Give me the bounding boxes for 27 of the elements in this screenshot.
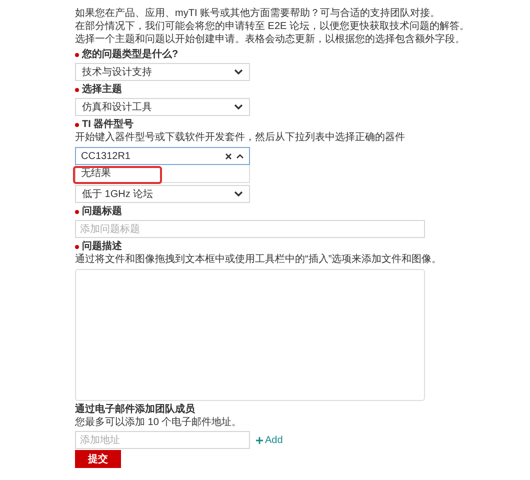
dropdown-select[interactable]: 仿真和设计工具 [75,98,250,116]
field-label: 通过电子邮件添加团队成员 [75,403,195,416]
field-label: 问题标题 [82,205,122,218]
chevron-down-icon [234,69,243,75]
field-label: TI 器件型号 [82,118,134,131]
intro-text: 如果您在产品、应用、myTI 账号或其他方面需要帮助？可与合适的支持团队对接。 [75,8,441,20]
add-button[interactable]: Add [256,434,283,446]
field-label: 您的问题类型是什么? [82,48,178,61]
plus-icon [256,436,263,444]
submit-button[interactable]: 提交 [75,450,121,468]
field-label: 问题描述 [82,240,122,253]
clear-icon[interactable] [225,152,232,160]
field-label: 选择主题 [82,83,122,96]
intro-text: 在部分情况下，我们可能会将您的申请转至 E2E 论坛，以便您更快获取技术问题的解答。 [75,21,470,33]
device-search-field[interactable]: CC1312R1 [75,147,250,165]
field-hint: 您最多可以添加 10 个电子邮件地址。 [75,416,243,429]
dropdown-select[interactable]: 低于 1GHz 论坛 [75,185,250,203]
intro-text: 选择一个主题和问题以开始创建申请。表格会动态更新，以根据您的选择包含额外字段。 [75,34,466,46]
field-hint: 通过将文件和图像拖拽到文本框中或使用工具栏中的“插入”选项来添加文件和图像。 [75,253,443,266]
dropdown-select[interactable]: 技术与设计支持 [75,63,250,81]
chevron-up-icon[interactable] [236,154,244,158]
title-input-field[interactable]: 添加问题标题 [75,220,425,238]
chevron-down-icon [234,104,243,110]
dropdown-option[interactable]: 无结果 [76,165,249,182]
chevron-down-icon [234,191,243,197]
email-input-field[interactable]: 添加地址 [75,431,250,449]
field-hint: 开始键入器件型号或下载软件开发套件，然后从下拉列表中选择正确的器件 [75,131,406,144]
